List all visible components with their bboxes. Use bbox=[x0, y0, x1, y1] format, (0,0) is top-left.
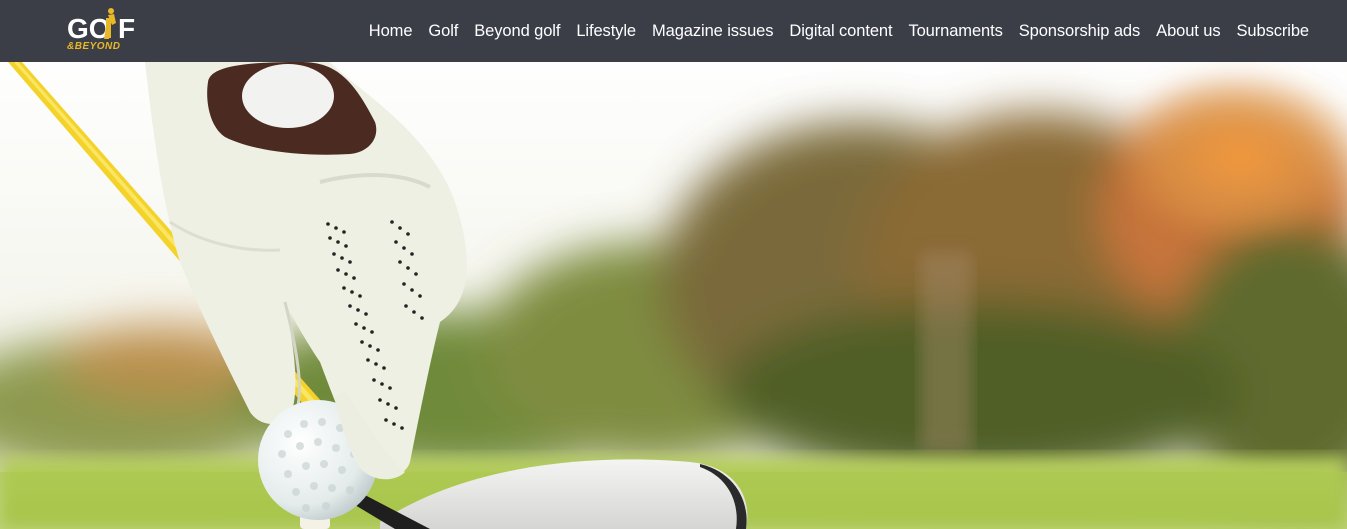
nav-beyond-golf[interactable]: Beyond golf bbox=[474, 22, 560, 41]
logo-icon: GO F &BEYOND bbox=[67, 8, 135, 52]
nav-magazine-issues[interactable]: Magazine issues bbox=[652, 22, 774, 41]
nav-subscribe[interactable]: Subscribe bbox=[1237, 22, 1310, 41]
nav-lifestyle[interactable]: Lifestyle bbox=[576, 22, 636, 41]
nav-tournaments[interactable]: Tournaments bbox=[908, 22, 1002, 41]
hero-photo bbox=[0, 62, 1347, 529]
hero-banner bbox=[0, 62, 1347, 529]
logo-word-f: F bbox=[118, 13, 135, 44]
nav-about-us[interactable]: About us bbox=[1156, 22, 1220, 41]
nav-digital-content[interactable]: Digital content bbox=[789, 22, 892, 41]
nav-sponsorship-ads[interactable]: Sponsorship ads bbox=[1019, 22, 1141, 41]
logo-word-go: GO bbox=[67, 13, 111, 44]
top-navbar: GO F &BEYOND Home Golf Beyond golf Lifes… bbox=[0, 0, 1347, 62]
golf-and-beyond-logo[interactable]: GO F &BEYOND bbox=[66, 5, 140, 53]
logo-subtitle: &BEYOND bbox=[67, 41, 121, 52]
main-nav: Home Golf Beyond golf Lifestyle Magazine… bbox=[369, 0, 1309, 62]
nav-home[interactable]: Home bbox=[369, 22, 413, 41]
nav-golf[interactable]: Golf bbox=[428, 22, 458, 41]
